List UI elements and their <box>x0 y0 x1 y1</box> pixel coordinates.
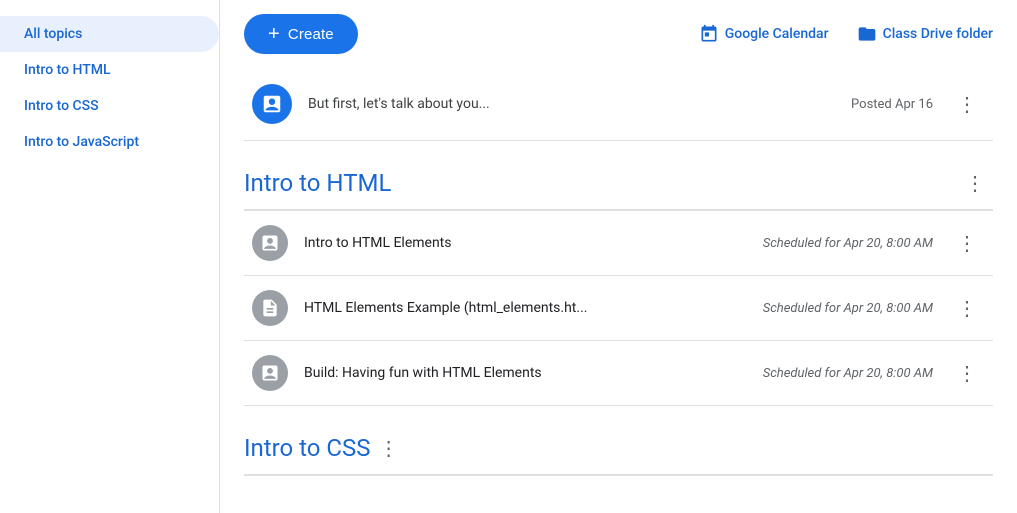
topic-css-more-button[interactable]: ⋮ <box>371 430 407 466</box>
announcement-text: But first, let's talk about you... <box>308 96 835 112</box>
calendar-icon <box>699 24 719 44</box>
topbar: + Create Google Calendar Class Drive fol… <box>220 0 1017 68</box>
topic-html-section: Intro to HTML ⋮ Intro to HTML Elements Sc… <box>244 165 993 406</box>
assignment-icon-html-elements <box>252 225 288 261</box>
assignment-more-button-html-elements[interactable]: ⋮ <box>949 225 985 261</box>
sidebar: All topicsIntro to HTMLIntro to CSSIntro… <box>0 0 220 513</box>
assignment-icon-html-example <box>252 290 288 326</box>
google-calendar-link[interactable]: Google Calendar <box>699 24 829 44</box>
topic-css-section: Intro to CSS ⋮ <box>244 430 993 476</box>
topic-html-title: Intro to HTML <box>244 169 957 197</box>
assignment-name-html-example: HTML Elements Example (html_elements.ht.… <box>304 300 747 316</box>
topic-css-header: Intro to CSS ⋮ <box>244 430 993 476</box>
assignment-scheduled-html-example: Scheduled for Apr 20, 8:00 AM <box>763 301 933 316</box>
announcement-icon-circle <box>252 84 292 124</box>
class-drive-label: Class Drive folder <box>883 26 993 42</box>
assignment-icon-html-build <box>252 355 288 391</box>
create-plus-icon: + <box>268 24 280 44</box>
sidebar-item-intro-js[interactable]: Intro to JavaScript <box>0 124 219 160</box>
folder-icon <box>857 24 877 44</box>
assignment-item-html-example[interactable]: HTML Elements Example (html_elements.ht.… <box>244 276 993 341</box>
assignment-item-html-elements[interactable]: Intro to HTML Elements Scheduled for Apr … <box>244 211 993 276</box>
announcement-date: Posted Apr 16 <box>851 97 933 112</box>
topic-html-more-button[interactable]: ⋮ <box>957 165 993 201</box>
html-assignments-list: Intro to HTML Elements Scheduled for Apr … <box>244 211 993 406</box>
create-button[interactable]: + Create <box>244 14 358 54</box>
create-label: Create <box>288 26 334 43</box>
announcement-card: But first, let's talk about you... Poste… <box>244 68 993 141</box>
google-calendar-label: Google Calendar <box>725 26 829 42</box>
main-content: + Create Google Calendar Class Drive fol… <box>220 0 1017 513</box>
sidebar-item-all-topics[interactable]: All topics <box>0 16 219 52</box>
topic-html-header: Intro to HTML ⋮ <box>244 165 993 211</box>
class-drive-link[interactable]: Class Drive folder <box>857 24 993 44</box>
assignment-more-button-html-build[interactable]: ⋮ <box>949 355 985 391</box>
assignment-more-button-html-example[interactable]: ⋮ <box>949 290 985 326</box>
assignment-scheduled-html-build: Scheduled for Apr 20, 8:00 AM <box>763 366 933 381</box>
topic-css-title: Intro to CSS <box>244 434 371 462</box>
assignment-name-html-elements: Intro to HTML Elements <box>304 235 747 251</box>
sidebar-item-intro-css[interactable]: Intro to CSS <box>0 88 219 124</box>
assignment-item-html-build[interactable]: Build: Having fun with HTML Elements Sche… <box>244 341 993 406</box>
announcement-more-button[interactable]: ⋮ <box>949 86 985 122</box>
sidebar-item-intro-html[interactable]: Intro to HTML <box>0 52 219 88</box>
content-area: But first, let's talk about you... Poste… <box>220 68 1017 513</box>
assignment-name-html-build: Build: Having fun with HTML Elements <box>304 365 747 381</box>
assignment-scheduled-html-elements: Scheduled for Apr 20, 8:00 AM <box>763 236 933 251</box>
